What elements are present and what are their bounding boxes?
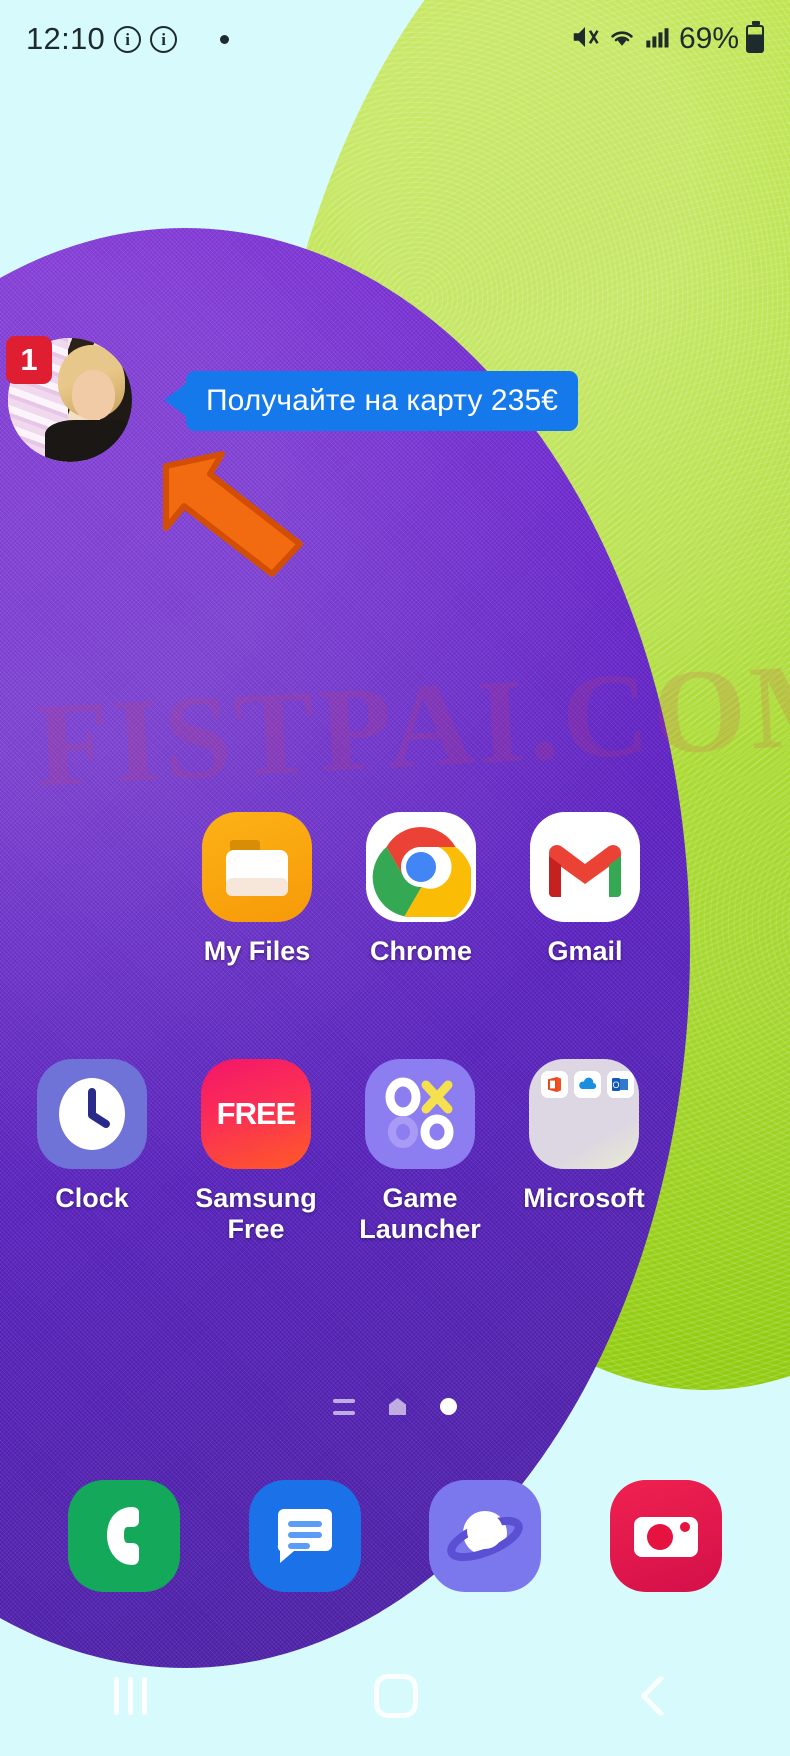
bubble-tail (164, 383, 187, 417)
my-files-icon[interactable] (202, 812, 312, 922)
home-page-icon[interactable] (389, 1398, 406, 1415)
chrome-icon[interactable] (366, 812, 476, 922)
mute-vibrate-icon (570, 22, 600, 57)
bubble-text: Получайте на карту 235€ (205, 384, 559, 417)
app-samsung-free[interactable]: FREE Samsung Free (174, 1058, 338, 1245)
chat-speech-bubble[interactable]: Получайте на карту 235€ (164, 371, 578, 431)
folder-preview-icons: O (541, 1070, 634, 1098)
app-microsoft-folder[interactable]: O Microsoft (502, 1058, 666, 1245)
outlook-icon: O (607, 1070, 634, 1098)
status-time: 12:10 (26, 21, 106, 56)
app-label: Microsoft (523, 1182, 645, 1213)
app-clock[interactable]: Clock (10, 1058, 174, 1245)
status-bar-left: 12:10 i i (26, 21, 230, 57)
microsoft-folder-icon[interactable]: O (529, 1058, 639, 1169)
pointer-arrow-icon (160, 448, 310, 578)
samsung-free-wordmark: FREE (216, 1095, 297, 1131)
app-grid: My Files Chrome Gmail Clock FREE Samsung… (0, 812, 790, 1244)
app-label: Clock (55, 1182, 129, 1213)
app-label: Game Launcher (359, 1182, 481, 1244)
battery-percent-label: 69% (678, 22, 739, 55)
app-label: Chrome (369, 936, 472, 966)
app-my-files[interactable]: My Files (175, 812, 339, 967)
svg-text:O: O (612, 1080, 619, 1090)
avatar-body (45, 419, 132, 462)
back-icon[interactable] (639, 1674, 683, 1718)
messages-icon[interactable] (248, 1480, 361, 1592)
app-label: Samsung Free (195, 1182, 317, 1244)
app-label: My Files (203, 936, 311, 966)
cellular-signal-icon (644, 23, 672, 56)
battery-icon (746, 21, 764, 53)
page-indicators[interactable] (0, 1398, 790, 1415)
app-label: Gmail (547, 936, 623, 966)
gmail-icon[interactable] (530, 812, 640, 922)
app-game-launcher[interactable]: Game Launcher (338, 1058, 502, 1245)
info-circle-icon-2[interactable]: i (150, 25, 178, 53)
status-bar-right: 69% (570, 21, 764, 57)
home-icon[interactable] (374, 1674, 419, 1718)
internet-icon[interactable] (429, 1480, 542, 1592)
game-launcher-icon[interactable] (365, 1058, 475, 1169)
avatar-face (72, 370, 115, 420)
clock-icon[interactable] (37, 1058, 147, 1169)
navigation-bar (0, 1636, 790, 1756)
onedrive-icon (574, 1070, 601, 1098)
notification-dot-icon (220, 34, 230, 44)
status-bar: 12:10 i i 69% (0, 0, 790, 78)
office-icon (541, 1070, 568, 1098)
chat-head-badge: 1 (6, 336, 52, 384)
app-row-1: My Files Chrome Gmail (0, 812, 790, 967)
active-page-dot[interactable] (440, 1398, 457, 1415)
app-row-2: Clock FREE Samsung Free Game Launcher O … (0, 1058, 790, 1245)
chat-head-bubble[interactable]: 1 (6, 336, 132, 462)
samsung-free-icon[interactable]: FREE (201, 1058, 311, 1169)
recents-icon[interactable] (113, 1677, 147, 1715)
phone-icon[interactable] (68, 1480, 181, 1592)
info-circle-icon[interactable]: i (114, 25, 142, 53)
camera-icon[interactable] (609, 1480, 722, 1592)
dock (0, 1480, 790, 1592)
app-chrome[interactable]: Chrome (339, 812, 503, 967)
app-gmail[interactable]: Gmail (503, 812, 667, 967)
phone-screen: FISTPAI.COM 12:10 i i 69% (0, 0, 790, 1756)
wifi-icon (607, 22, 637, 57)
list-page-icon[interactable] (333, 1398, 355, 1415)
